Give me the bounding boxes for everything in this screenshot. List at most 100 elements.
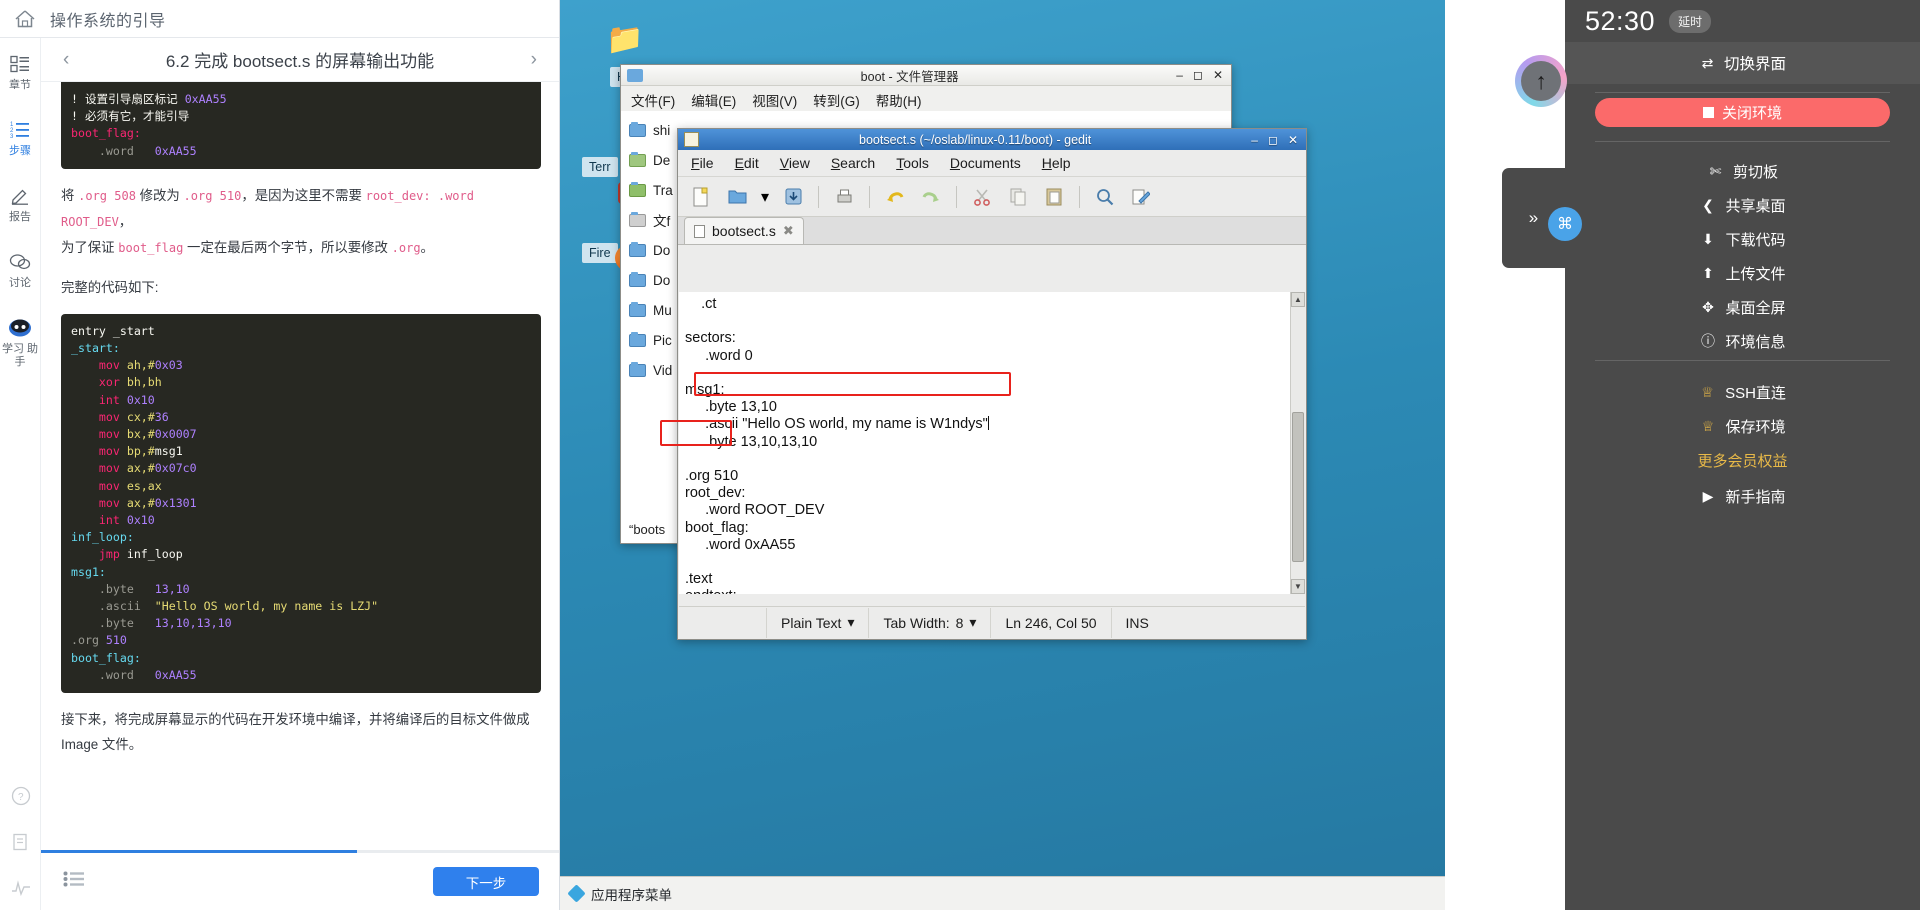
home-icon[interactable] <box>14 9 36 29</box>
gedit-titlebar[interactable]: bootsect.s (~/oslab/linux-0.11/boot) - g… <box>678 129 1306 150</box>
language-selector[interactable]: Plain Text ▾ <box>767 608 869 638</box>
fullscreen-item[interactable]: ✥ 桌面全屏 <box>1565 289 1920 325</box>
folder-icon <box>629 244 646 257</box>
svg-text:?: ? <box>18 792 24 803</box>
upload-file-item[interactable]: ⬆ 上传文件 <box>1565 255 1920 291</box>
fullscreen-label: 桌面全屏 <box>1725 297 1785 318</box>
ssh-direct-item[interactable]: ♕ SSH直连 <box>1565 374 1920 410</box>
replace-icon[interactable] <box>1126 183 1156 211</box>
chevron-right-icon[interactable]: › <box>531 50 537 69</box>
save-icon[interactable] <box>778 183 808 211</box>
sidebar-item-discussion[interactable]: 讨论 <box>0 250 41 290</box>
menu-help[interactable]: 帮助(H) <box>876 90 922 110</box>
gedit-statusbar: Plain Text ▾ Tab Width: 8 ▾ Ln 246, Col … <box>679 606 1305 638</box>
next-step-button[interactable]: 下一步 <box>433 867 539 896</box>
desktop-folder-icon <box>629 154 646 167</box>
divider <box>1595 92 1890 93</box>
minimize-icon[interactable]: – <box>1176 69 1183 81</box>
cut-icon[interactable] <box>967 183 997 211</box>
remote-desktop[interactable]: 📁 Ho Terr Fire boot - 文件管理器 – ◻ ✕ 文件(F) … <box>560 0 1445 910</box>
sidebar-item-report[interactable]: 报告 <box>0 184 41 224</box>
print-icon[interactable] <box>829 183 859 211</box>
files-icon[interactable] <box>9 830 33 854</box>
menu-file[interactable]: File <box>691 155 714 171</box>
file-manager-titlebar[interactable]: boot - 文件管理器 – ◻ ✕ <box>621 65 1231 86</box>
sidebar-item-assistant[interactable]: 学习 助手 <box>0 316 41 369</box>
course-header: 操作系统的引导 <box>0 0 559 38</box>
sidebar-item-steps[interactable]: 1 2 3 步骤 <box>0 118 41 158</box>
assistant-orb-icon[interactable]: ↑ <box>1515 55 1567 107</box>
menu-edit[interactable]: 编辑(E) <box>691 90 736 110</box>
help-icon[interactable]: ? <box>9 784 33 808</box>
menu-view[interactable]: 视图(V) <box>752 90 797 110</box>
paste-icon[interactable] <box>1039 183 1069 211</box>
beginner-guide-item[interactable]: ▶ 新手指南 <box>1565 478 1920 514</box>
gedit-editor[interactable]: .ct sectors: .word 0 msg1: .byte 13,10 .… <box>679 292 1290 594</box>
copy-icon[interactable] <box>1003 183 1033 211</box>
steps-icon: 1 2 3 <box>8 118 32 142</box>
command-icon[interactable]: ⌘ <box>1548 207 1582 241</box>
share-desktop-item[interactable]: ❮ 共享桌面 <box>1565 187 1920 223</box>
activity-icon[interactable] <box>9 876 33 900</box>
sidebar-item-chapters[interactable]: 章节 <box>0 52 41 92</box>
list-icon[interactable] <box>63 871 85 892</box>
list-item-label: De <box>653 153 670 168</box>
open-dropdown-icon[interactable]: ▾ <box>758 183 772 211</box>
menu-view[interactable]: View <box>780 155 810 171</box>
gedit-scrollbar[interactable]: ▲ ▼ <box>1290 292 1305 594</box>
desktop-icon-folder[interactable]: 📁 <box>602 22 648 57</box>
file-manager-menubar: 文件(F) 编辑(E) 视图(V) 转到(G) 帮助(H) <box>621 86 1231 114</box>
chevron-down-icon: ▾ <box>969 614 976 631</box>
minimize-icon[interactable]: – <box>1251 134 1258 146</box>
divider <box>1595 360 1890 361</box>
launcher-label-firefox[interactable]: Fire <box>582 243 618 263</box>
more-benefits-item[interactable]: 更多会员权益 <box>1565 442 1920 478</box>
menu-edit[interactable]: Edit <box>735 155 759 171</box>
download-code-item[interactable]: ⬇ 下载代码 <box>1565 221 1920 257</box>
gedit-toolbar[interactable]: ▾ <box>678 177 1306 217</box>
extend-time-badge[interactable]: 延时 <box>1669 10 1711 33</box>
find-icon[interactable] <box>1090 183 1120 211</box>
menu-help[interactable]: Help <box>1042 155 1071 171</box>
redo-icon[interactable] <box>916 183 946 211</box>
tab-width-selector[interactable]: Tab Width: 8 ▾ <box>869 608 991 638</box>
tab-bootsect-s[interactable]: bootsect.s ✖ <box>684 217 804 244</box>
menu-documents[interactable]: Documents <box>950 155 1021 171</box>
close-icon[interactable]: ✕ <box>1213 69 1223 81</box>
chevron-left-icon[interactable]: ‹ <box>63 50 69 69</box>
ssh-direct-label: SSH直连 <box>1725 382 1786 403</box>
gedit-window[interactable]: bootsect.s (~/oslab/linux-0.11/boot) - g… <box>677 128 1307 640</box>
open-document-icon[interactable] <box>722 183 752 211</box>
app-menu-icon[interactable] <box>567 884 585 902</box>
switch-icon: ⇄ <box>1699 55 1716 72</box>
toolbar-separator <box>818 186 819 208</box>
new-document-icon[interactable] <box>686 183 716 211</box>
svg-text:3: 3 <box>10 134 14 139</box>
close-env-button[interactable]: 关闭环境 <box>1595 98 1890 127</box>
discussion-icon <box>8 250 32 274</box>
save-env-item[interactable]: ♕ 保存环境 <box>1565 408 1920 444</box>
desktop-taskbar[interactable]: 应用程序菜单 <box>560 876 1445 910</box>
clipboard-item[interactable]: ✄ 剪切板 <box>1565 153 1920 189</box>
gedit-tabbar[interactable]: bootsect.s ✖ <box>678 217 1306 245</box>
menu-go[interactable]: 转到(G) <box>813 90 860 110</box>
close-icon[interactable]: ✕ <box>1288 134 1298 146</box>
switch-view-button[interactable]: ⇄ 切换界面 <box>1565 42 1920 84</box>
menu-search[interactable]: Search <box>831 155 875 171</box>
menu-tools[interactable]: Tools <box>896 155 929 171</box>
document-header: ‹ 6.2 完成 bootsect.s 的屏幕输出功能 › <box>41 38 559 82</box>
maximize-icon[interactable]: ◻ <box>1193 69 1203 81</box>
document-body[interactable]: ! 设置引导扇区标记 0xAA55 ! 必须有它，才能引导 boot_flag:… <box>41 82 559 852</box>
menu-file[interactable]: 文件(F) <box>631 90 675 110</box>
undo-icon[interactable] <box>880 183 910 211</box>
scrollbar-thumb[interactable] <box>1292 412 1304 562</box>
gedit-title: bootsect.s (~/oslab/linux-0.11/boot) - g… <box>699 133 1251 147</box>
maximize-icon[interactable]: ◻ <box>1268 134 1278 146</box>
screen: 操作系统的引导 章节 <box>0 0 1920 910</box>
download-icon: ⬇ <box>1699 231 1716 248</box>
scroll-up-icon[interactable]: ▲ <box>1291 292 1305 307</box>
tab-close-icon[interactable]: ✖ <box>783 223 794 239</box>
env-info-item[interactable]: ⓘ 环境信息 <box>1565 323 1920 359</box>
scroll-down-icon[interactable]: ▼ <box>1291 579 1305 594</box>
launcher-label-terminal[interactable]: Terr <box>582 157 618 177</box>
